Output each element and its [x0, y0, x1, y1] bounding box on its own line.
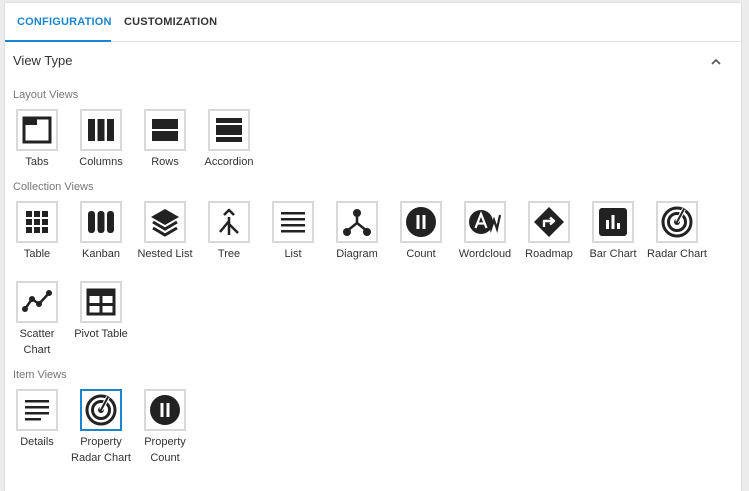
tabs-icon — [22, 116, 52, 144]
view-option-bar-chart[interactable]: Bar Chart — [581, 201, 645, 262]
view-option-label: Details — [20, 436, 54, 448]
view-option-tile[interactable] — [208, 201, 250, 243]
view-option-tile[interactable] — [16, 389, 58, 431]
view-type-section-header[interactable]: View Type — [5, 42, 741, 80]
roadmap-icon — [534, 207, 564, 237]
radar-icon — [661, 206, 693, 238]
view-option-label: Bar Chart — [589, 248, 637, 260]
view-option-tile[interactable] — [592, 201, 634, 243]
view-option-tile[interactable] — [16, 109, 58, 151]
view-option-accordion[interactable]: Accordion — [197, 109, 261, 170]
view-option-label: Roadmap — [525, 248, 573, 260]
view-option-tile[interactable] — [80, 281, 122, 323]
view-option-tile[interactable] — [272, 201, 314, 243]
item-views-label: Item Views — [13, 369, 67, 381]
merge-icon — [219, 208, 239, 235]
kanban-icon — [88, 211, 114, 233]
tab-customization[interactable]: CUSTOMIZATION — [124, 3, 217, 41]
view-option-tile[interactable] — [528, 201, 570, 243]
view-option-tile[interactable] — [16, 281, 58, 323]
view-option-details[interactable]: Details — [5, 389, 69, 450]
view-option-label: Nested List — [137, 248, 193, 260]
view-option-tile[interactable] — [80, 201, 122, 243]
view-option-pivot-table[interactable]: Pivot Table — [69, 281, 133, 342]
rows-icon — [152, 119, 178, 141]
view-option-roadmap[interactable]: Roadmap — [517, 201, 581, 262]
view-option-label: Accordion — [204, 156, 254, 168]
view-option-columns[interactable]: Columns — [69, 109, 133, 170]
view-option-label: Rows — [151, 156, 179, 168]
view-option-label: Pivot Table — [74, 328, 128, 340]
chevron-up-icon[interactable] — [709, 55, 723, 69]
collection-views-label: Collection Views — [13, 181, 94, 193]
view-option-tree[interactable]: Tree — [197, 201, 261, 262]
view-option-label: Property Count — [144, 436, 186, 464]
view-option-label: List — [284, 248, 302, 260]
pivot-table-icon — [86, 288, 116, 316]
list-icon — [281, 212, 305, 233]
view-option-tile[interactable] — [464, 201, 506, 243]
view-option-tile[interactable] — [80, 389, 122, 431]
view-option-tabs[interactable]: Tabs — [5, 109, 69, 170]
scatter-icon — [22, 290, 52, 312]
view-option-count[interactable]: Count — [389, 201, 453, 262]
layout-views-label: Layout Views — [13, 89, 79, 101]
layers-icon — [151, 209, 179, 237]
bar-chart-icon — [599, 208, 627, 236]
view-option-scatter-chart[interactable]: Scatter Chart — [5, 281, 69, 358]
view-option-label: Radar Chart — [647, 248, 707, 260]
view-option-kanban[interactable]: Kanban — [69, 201, 133, 262]
view-option-radar-chart[interactable]: Radar Chart — [645, 201, 709, 262]
view-option-nested-list[interactable]: Nested List — [133, 201, 197, 262]
view-option-property-radar-chart[interactable]: Property Radar Chart — [69, 389, 133, 466]
view-option-label: Table — [23, 248, 51, 260]
view-option-tile[interactable] — [336, 201, 378, 243]
section-title: View Type — [13, 53, 73, 68]
view-option-label: Property Radar Chart — [71, 436, 131, 464]
view-option-tile[interactable] — [400, 201, 442, 243]
view-option-tile[interactable] — [208, 109, 250, 151]
view-option-tile[interactable] — [656, 201, 698, 243]
view-option-tile[interactable] — [80, 109, 122, 151]
view-option-property-count[interactable]: Property Count — [133, 389, 197, 466]
view-option-tile[interactable] — [144, 109, 186, 151]
view-config-panel: CONFIGURATION CUSTOMIZATION View Type La… — [5, 3, 741, 491]
view-option-label: Kanban — [82, 248, 120, 260]
details-icon — [25, 400, 49, 421]
view-option-label: Scatter Chart — [19, 328, 55, 356]
view-option-label: Columns — [79, 156, 123, 168]
view-option-tile[interactable] — [16, 201, 58, 243]
wordcloud-icon — [469, 210, 502, 234]
accordion-icon — [216, 118, 242, 142]
view-option-list[interactable]: List — [261, 201, 325, 262]
tab-configuration[interactable]: CONFIGURATION — [17, 3, 112, 41]
radar-icon — [85, 394, 117, 426]
tab-bar: CONFIGURATION CUSTOMIZATION — [5, 3, 741, 42]
view-option-tile[interactable] — [144, 201, 186, 243]
view-option-label: Tree — [217, 248, 241, 260]
view-option-tile[interactable] — [144, 389, 186, 431]
view-option-table[interactable]: Table — [5, 201, 69, 262]
view-option-rows[interactable]: Rows — [133, 109, 197, 170]
grid-icon — [26, 211, 48, 233]
view-option-label: Count — [406, 248, 436, 260]
diagram-icon — [343, 209, 371, 236]
view-option-label: Tabs — [25, 156, 49, 168]
view-option-label: Wordcloud — [458, 248, 512, 260]
columns-icon — [88, 119, 114, 141]
view-option-label: Diagram — [336, 248, 378, 260]
view-option-wordcloud[interactable]: Wordcloud — [453, 201, 517, 262]
view-option-diagram[interactable]: Diagram — [325, 201, 389, 262]
pause-circle-icon — [406, 207, 436, 237]
pause-circle-icon — [150, 395, 180, 425]
